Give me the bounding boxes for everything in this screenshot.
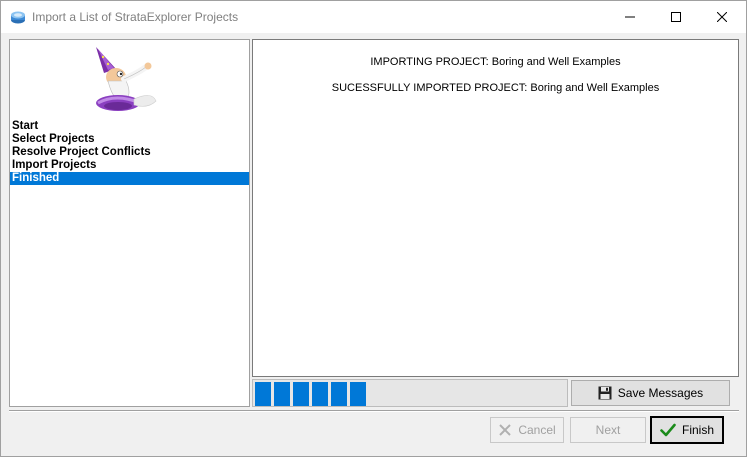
minimize-icon xyxy=(625,16,635,18)
progress-segment xyxy=(274,382,290,406)
step-select-projects[interactable]: Select Projects xyxy=(10,133,249,146)
window-title: Import a List of StrataExplorer Projects xyxy=(32,10,239,24)
progress-segment xyxy=(255,382,271,406)
title-bar: Import a List of StrataExplorer Projects xyxy=(1,1,746,33)
progress-segment xyxy=(350,382,366,406)
wizard-steps-panel: Start Select Projects Resolve Project Co… xyxy=(9,39,250,407)
import-projects-window: Import a List of StrataExplorer Projects xyxy=(0,0,747,457)
wizard-mascot-image xyxy=(86,43,162,115)
log-message-success: SUCESSFULLY IMPORTED PROJECT: Boring and… xyxy=(331,82,660,94)
finish-label: Finish xyxy=(681,423,714,437)
minimize-button[interactable] xyxy=(607,1,653,33)
strataexplorer-app-icon xyxy=(10,9,26,25)
log-message-importing: IMPORTING PROJECT: Boring and Well Examp… xyxy=(370,56,621,68)
next-button[interactable]: Next xyxy=(570,417,646,443)
step-import-projects[interactable]: Import Projects xyxy=(10,159,249,172)
wizard-steps-list: Start Select Projects Resolve Project Co… xyxy=(10,120,249,185)
step-resolve-conflicts[interactable]: Resolve Project Conflicts xyxy=(10,146,249,159)
progress-segment xyxy=(331,382,347,406)
next-label: Next xyxy=(595,423,621,437)
cancel-x-icon xyxy=(498,423,512,437)
maximize-button[interactable] xyxy=(653,1,699,33)
save-messages-button[interactable]: Save Messages xyxy=(571,380,730,406)
cancel-button[interactable]: Cancel xyxy=(490,417,564,443)
floppy-disk-icon xyxy=(598,386,612,400)
progress-segment xyxy=(293,382,309,406)
close-icon xyxy=(717,12,727,22)
progress-segment xyxy=(312,382,328,406)
import-progress-bar xyxy=(252,379,568,407)
cancel-label: Cancel xyxy=(518,423,556,437)
footer-separator xyxy=(9,410,739,412)
save-messages-label: Save Messages xyxy=(617,386,704,400)
maximize-icon xyxy=(671,12,681,22)
finish-button[interactable]: Finish xyxy=(650,416,724,444)
import-log-panel: IMPORTING PROJECT: Boring and Well Examp… xyxy=(252,39,739,377)
step-finished[interactable]: Finished xyxy=(10,172,249,185)
step-start[interactable]: Start xyxy=(10,120,249,133)
checkmark-icon xyxy=(660,423,676,437)
close-button[interactable] xyxy=(699,1,745,33)
